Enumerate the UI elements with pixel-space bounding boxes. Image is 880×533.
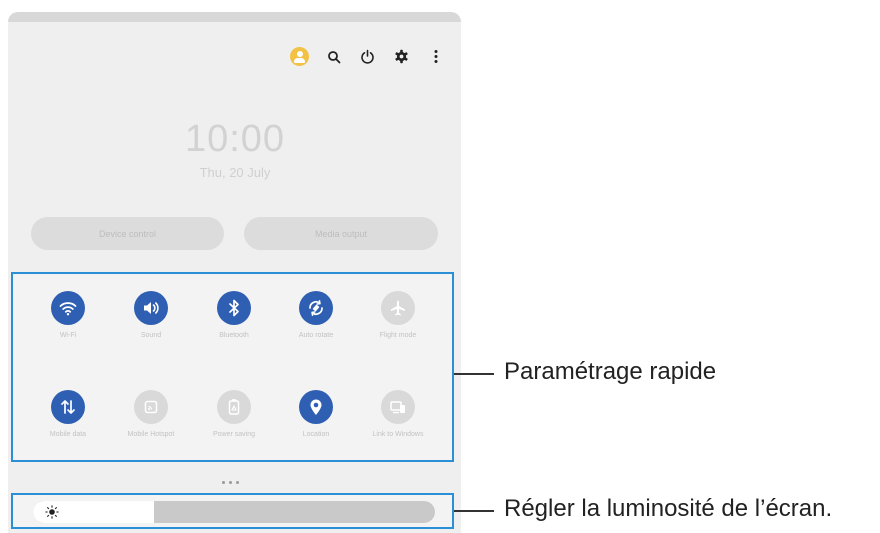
page-dot [222,481,225,484]
quick-settings-callout-line [454,373,494,375]
location-icon [299,390,333,424]
airplane-icon [381,291,415,325]
tile-wifi[interactable]: Wi-Fi [38,291,98,340]
tile-label: Flight mode [379,332,417,339]
tile-bluetooth[interactable]: Bluetooth [204,291,264,340]
sound-icon [134,291,168,325]
tile-label: Wi-Fi [59,332,77,339]
clock-time: 10:00 [184,118,286,160]
panel-top-edge [8,12,461,22]
power-icon[interactable] [356,45,379,68]
tile-label: Mobile data [49,431,87,438]
tile-sound[interactable]: Sound [121,291,181,340]
auto-rotate-icon [299,291,333,325]
page-indicator [222,481,239,484]
tile-power-saving[interactable]: Power saving [204,390,264,439]
bluetooth-icon [217,291,251,325]
search-icon[interactable] [322,45,345,68]
settings-gear-icon[interactable] [390,45,413,68]
tile-label: Auto rotate [298,332,334,339]
media-output-button[interactable]: Media output [244,217,438,250]
brightness-callout: Régler la luminosité de l’écran. [504,495,833,522]
tile-link-to-windows[interactable]: Link to Windows [368,390,428,439]
quick-settings-callout: Paramétrage rapide [504,358,717,385]
tile-auto-rotate[interactable]: Auto rotate [286,291,346,340]
tile-label: Sound [140,332,162,339]
tile-location[interactable]: Location [286,390,346,439]
hotspot-icon [134,390,168,424]
tile-label: Location [302,431,330,438]
tile-label: Link to Windows [372,431,424,438]
mobile-data-icon [51,390,85,424]
brightness-slider[interactable] [33,501,435,523]
page-dot [236,481,239,484]
power-saving-icon [217,390,251,424]
brightness-panel [11,493,454,529]
link-to-windows-icon [381,390,415,424]
tile-label: Bluetooth [219,332,249,339]
clock-date: Thu, 20 July [199,165,271,180]
tile-label: Mobile Hotspot [127,431,175,438]
device-control-button[interactable]: Device control [31,217,224,250]
tile-flight-mode[interactable]: Flight mode [368,291,428,340]
brightness-sun-icon [45,505,59,519]
brightness-callout-line [454,510,494,512]
tile-mobile-data[interactable]: Mobile data [38,390,98,439]
wifi-icon [51,291,85,325]
panel-top-icons [288,45,458,68]
tile-label: Power saving [212,431,256,438]
more-vertical-icon[interactable] [424,45,447,68]
account-icon[interactable] [288,45,311,68]
tile-mobile-hotspot[interactable]: Mobile Hotspot [121,390,181,439]
page-dot [229,481,232,484]
